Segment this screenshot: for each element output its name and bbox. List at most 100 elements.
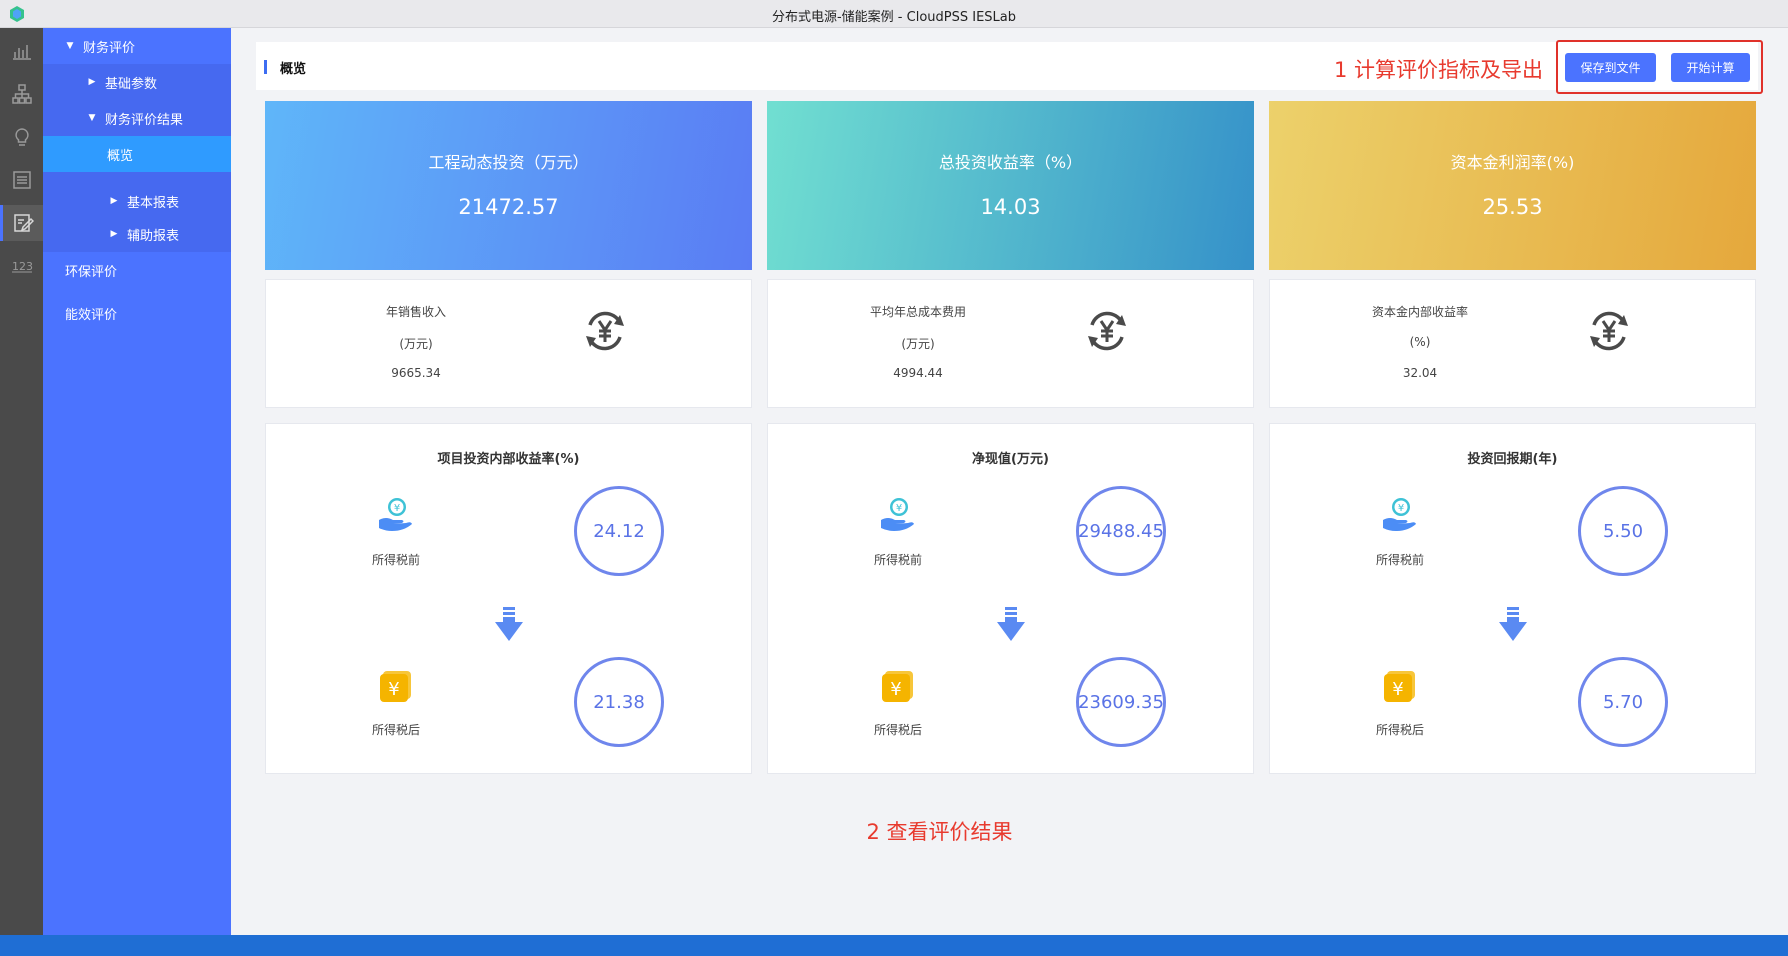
summary-value: 25.53 (1482, 195, 1543, 219)
info-unit: (万元) (399, 337, 433, 351)
post-tax-label: 所得税后 (873, 723, 922, 737)
main-content: 概览 1 计算评价指标及导出 保存到文件 开始计算 工程动态投资（万元） 214… (231, 28, 1788, 935)
info-card-avg-cost: 平均年总成本费用 (万元) 4994.44 (767, 279, 1254, 408)
info-label: 资本金内部收益率 (1371, 305, 1468, 319)
hand-coin-icon: ¥ (1383, 498, 1416, 531)
svg-text:123: 123 (12, 260, 33, 273)
rail-topology[interactable] (0, 76, 43, 112)
sidebar-item-label: 环保评价 (65, 264, 118, 280)
svg-text:¥: ¥ (388, 679, 399, 700)
sidebar-item-env-eval[interactable]: 环保评价 (43, 252, 231, 288)
rail-list[interactable] (0, 162, 43, 198)
save-to-file-button[interactable]: 保存到文件 (1565, 53, 1656, 82)
info-unit: (%) (1409, 335, 1431, 349)
metric-card-project-irr: 项目投资内部收益率(%) ¥ 所得税前 24.12 ¥ 所得税后 21.38 (265, 423, 752, 774)
sidebar-item-label: 辅助报表 (127, 228, 180, 244)
pre-tax-value-circle: 29488.45 (1076, 486, 1166, 576)
caret-right-icon: ▶ (110, 196, 118, 206)
pre-tax-value-circle: 5.50 (1578, 486, 1668, 576)
info-label: 平均年总成本费用 (869, 305, 966, 319)
sidebar-item-label: 财务评价结果 (105, 112, 184, 128)
post-tax-label: 所得税后 (1375, 723, 1424, 737)
annotation-step1: 1 计算评价指标及导出 (1334, 58, 1544, 82)
start-calculation-button[interactable]: 开始计算 (1671, 53, 1750, 82)
caret-down-icon: ▼ (66, 41, 74, 51)
sidebar-item-energy-eval[interactable]: 能效评价 (43, 295, 231, 331)
page-title: 概览 (280, 62, 307, 77)
info-value: 4994.44 (893, 366, 943, 380)
icon-rail: 123 (0, 28, 43, 935)
sidebar-item-overview[interactable]: 概览 (43, 136, 231, 172)
metric-card-npv: 净现值(万元) ¥ 所得税前 29488.45 ¥ 所得税后 23609.35 (767, 423, 1254, 774)
list-icon (12, 171, 31, 189)
info-card-capital-irr: 资本金内部收益率 (%) 32.04 (1269, 279, 1756, 408)
svg-text:¥: ¥ (890, 679, 901, 700)
info-value: 32.04 (1402, 366, 1438, 380)
post-tax-label: 所得税后 (371, 723, 420, 737)
sidebar-item-label: 概览 (107, 148, 134, 164)
sidebar-item-finance-eval[interactable]: ▼ 财务评价 (43, 28, 231, 64)
svg-text:¥: ¥ (1392, 679, 1403, 700)
arrow-down-icon (997, 607, 1025, 641)
caret-down-icon: ▼ (88, 113, 96, 123)
sidebar-item-label: 基本报表 (127, 195, 180, 211)
metric-card-payback-period: 投资回报期(年) ¥ 所得税前 5.50 ¥ 所得税后 5.70 (1269, 423, 1756, 774)
caret-right-icon: ▶ (88, 77, 96, 87)
yen-coin-stack-icon: ¥ (882, 671, 913, 702)
sidebar-item-basic-params[interactable]: ▶ 基础参数 (43, 64, 231, 100)
yen-cycle-icon (1590, 311, 1628, 351)
summary-label: 工程动态投资（万元） (428, 153, 589, 172)
post-tax-value-circle: 5.70 (1578, 657, 1668, 747)
edit-report-icon (14, 214, 34, 232)
rail-numbers[interactable]: 123 (0, 248, 43, 284)
info-card-sales-revenue: 年销售收入 (万元) 9665.34 (265, 279, 752, 408)
summary-card-dynamic-investment: 工程动态投资（万元） 21472.57 (265, 101, 752, 270)
rail-ideas[interactable] (0, 119, 43, 155)
annotation-step2-wrap: 2 查看评价结果 (231, 816, 1788, 846)
window-title: 分布式电源-储能案例 - CloudPSS IESLab (771, 10, 1017, 25)
sidebar-item-label: 能效评价 (65, 307, 118, 323)
sidebar-item-label: 财务评价 (83, 40, 136, 56)
yen-coin-stack-icon: ¥ (1384, 671, 1415, 702)
info-unit: (万元) (901, 337, 935, 351)
annotation-step2: 2 查看评价结果 (866, 820, 1013, 844)
post-tax-value-circle: 23609.35 (1076, 657, 1166, 747)
chart-icon (12, 45, 31, 60)
info-value: 9665.34 (391, 366, 441, 380)
yen-cycle-icon (586, 311, 624, 351)
sidebar: ▼ 财务评价 ▶ 基础参数 ▼ 财务评价结果 概览 ▶ 基本报表 ▶ 辅助报表 … (43, 28, 231, 935)
summary-label: 总投资收益率（%） (938, 153, 1083, 172)
lightbulb-icon (14, 128, 29, 146)
rail-chart[interactable] (0, 33, 43, 69)
svg-text:¥: ¥ (394, 503, 400, 514)
title-accent (264, 60, 267, 74)
sidebar-item-basic-reports[interactable]: ▶ 基本报表 (43, 172, 231, 216)
svg-text:¥: ¥ (1398, 503, 1404, 514)
summary-value: 14.03 (980, 195, 1041, 219)
yen-coin-stack-icon: ¥ (380, 671, 411, 702)
pre-tax-value-circle: 24.12 (574, 486, 664, 576)
rail-evaluation[interactable] (0, 205, 43, 241)
hand-coin-icon: ¥ (881, 498, 914, 531)
title-bar: 分布式电源-储能案例 - CloudPSS IESLab (0, 0, 1788, 28)
summary-card-roi: 总投资收益率（%） 14.03 (767, 101, 1254, 270)
pre-tax-label: 所得税前 (873, 553, 922, 567)
status-bar (0, 935, 1788, 956)
page-header: 概览 1 计算评价指标及导出 (256, 42, 1758, 90)
metric-title: 净现值(万元) (972, 452, 1049, 467)
summary-label: 资本金利润率(%) (1450, 153, 1575, 172)
pre-tax-label: 所得税前 (371, 553, 420, 567)
metric-title: 项目投资内部收益率(%) (437, 452, 580, 467)
pre-tax-label: 所得税前 (1375, 553, 1424, 567)
sidebar-item-finance-results[interactable]: ▼ 财务评价结果 (43, 100, 231, 136)
metric-title: 投资回报期(年) (1467, 452, 1558, 467)
sidebar-item-label: 基础参数 (105, 76, 158, 92)
hierarchy-icon (11, 84, 32, 104)
hand-coin-icon: ¥ (379, 498, 412, 531)
info-label: 年销售收入 (385, 305, 446, 319)
caret-right-icon: ▶ (110, 229, 118, 239)
summary-card-capital-profit: 资本金利润率(%) 25.53 (1269, 101, 1756, 270)
arrow-down-icon (495, 607, 523, 641)
sidebar-item-aux-reports[interactable]: ▶ 辅助报表 (43, 216, 231, 252)
numbers-icon: 123 (11, 260, 33, 273)
